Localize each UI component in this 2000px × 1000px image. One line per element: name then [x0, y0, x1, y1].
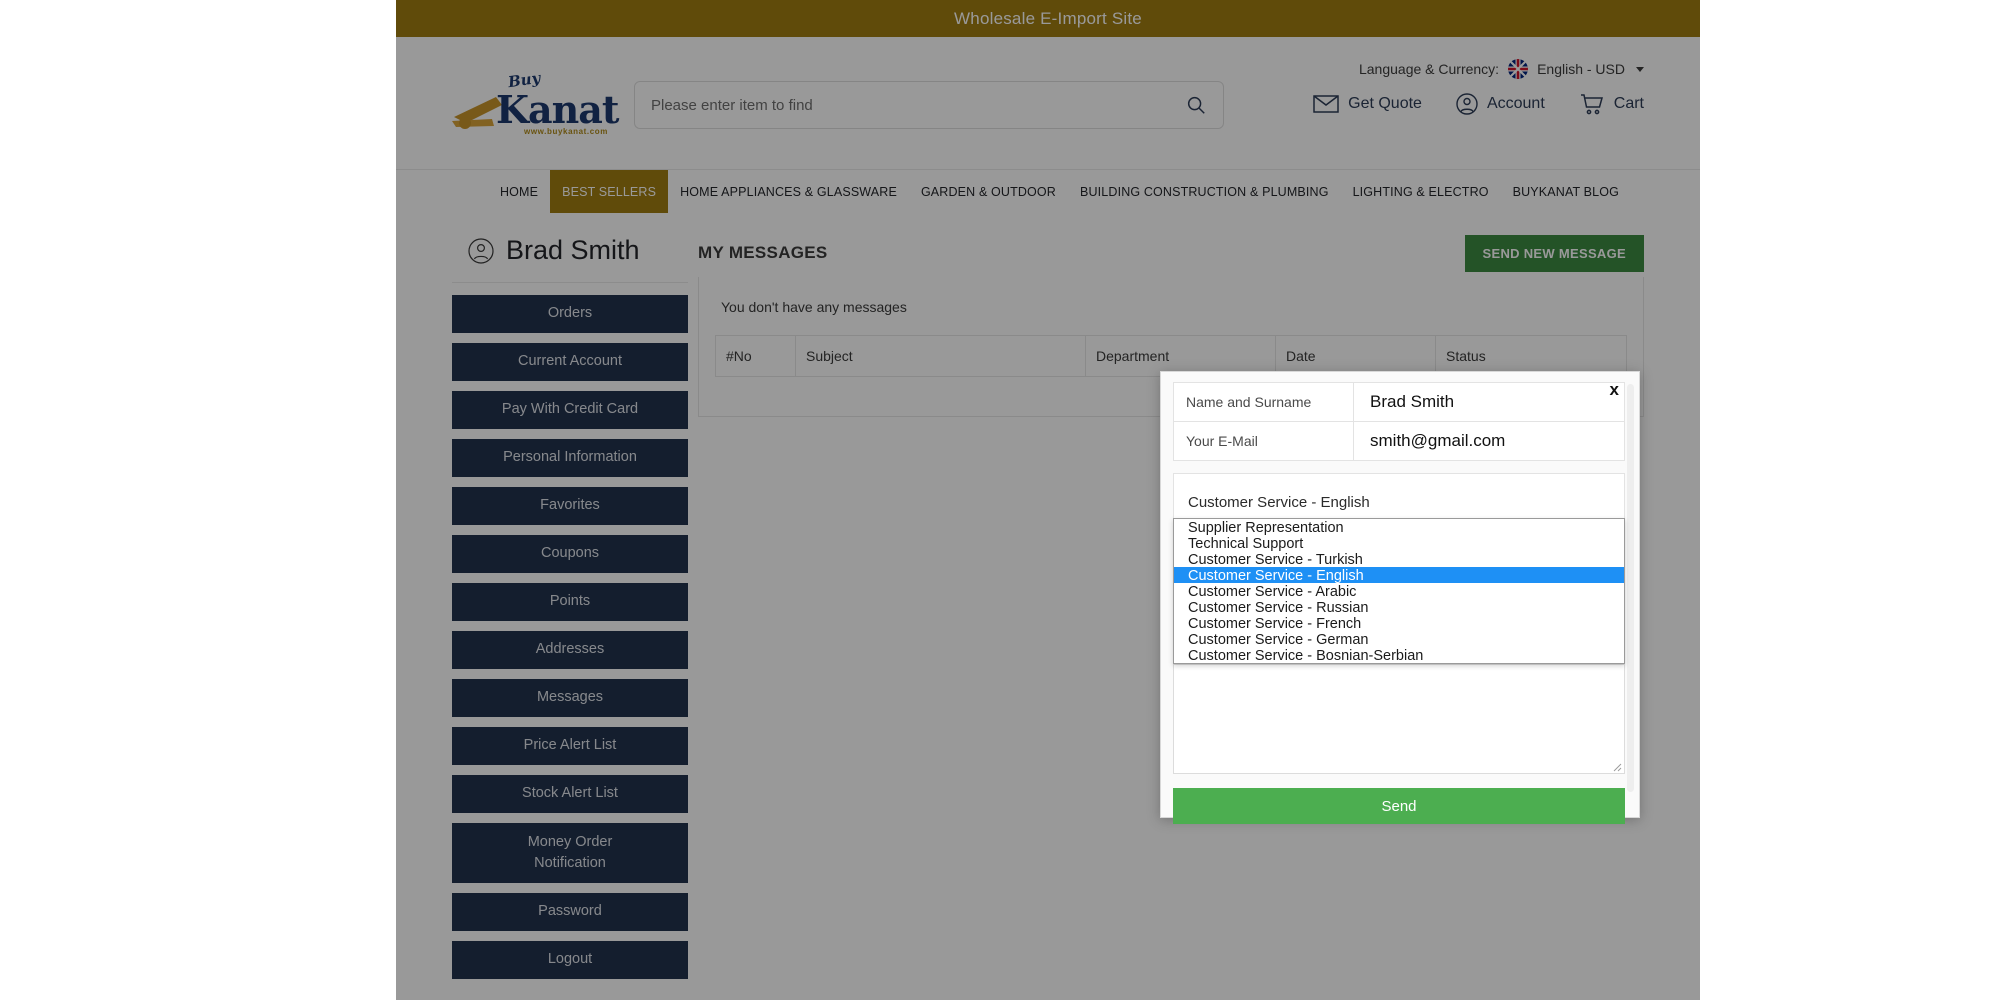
announcement-text: Wholesale E-Import Site — [954, 8, 1142, 28]
sidebar-item-messages[interactable]: Messages — [452, 679, 688, 717]
language-value: English - USD — [1537, 61, 1625, 77]
col-subject: Subject — [795, 335, 1086, 377]
header-right: Language & Currency: English - USD Get Q… — [1313, 51, 1644, 115]
sidebar-item-current-account[interactable]: Current Account — [452, 343, 688, 381]
message-textarea[interactable] — [1173, 664, 1625, 774]
user-circle-icon — [1456, 93, 1478, 115]
sidebar-item-addresses[interactable]: Addresses — [452, 631, 688, 669]
option-technical-support[interactable]: Technical Support — [1174, 535, 1624, 552]
nav-item-buykanat-blog[interactable]: BUYKANAT BLOG — [1501, 170, 1631, 213]
header-links: Get Quote Account Cart — [1313, 93, 1644, 115]
email-row: Your E-Mail smith@gmail.com — [1173, 421, 1625, 461]
sidebar-item-favorites[interactable]: Favorites — [452, 487, 688, 525]
get-quote-link[interactable]: Get Quote — [1313, 95, 1422, 113]
sidebar-item-money-order-notification[interactable]: Money Order Notification — [452, 823, 688, 883]
email-label: Your E-Mail — [1173, 421, 1354, 461]
option-customer-service-arabic[interactable]: Customer Service - Arabic — [1174, 583, 1624, 600]
department-selected-value: Customer Service - English — [1188, 494, 1370, 511]
option-supplier-representation[interactable]: Supplier Representation — [1174, 519, 1624, 536]
modal-scrollbar[interactable] — [1627, 384, 1634, 792]
announcement-bar: Wholesale E-Import Site — [396, 0, 1700, 37]
money-order-line-1: Money Order — [527, 833, 613, 850]
nav-item-best-sellers[interactable]: BEST SELLERS — [550, 170, 669, 213]
account-label: Account — [1486, 95, 1545, 112]
col-no: #No — [715, 335, 796, 377]
account-sidebar: Brad Smith Orders Current Account Pay Wi… — [452, 213, 688, 989]
search-input[interactable] — [651, 96, 1185, 114]
option-customer-service-german[interactable]: Customer Service - German — [1174, 631, 1624, 648]
resize-handle-icon[interactable] — [1611, 761, 1622, 772]
nav-item-lighting-electro[interactable]: LIGHTING & ELECTRO — [1341, 170, 1501, 213]
send-new-message-button[interactable]: SEND NEW MESSAGE — [1464, 234, 1644, 272]
nav-item-building-construction[interactable]: BUILDING CONSTRUCTION & PLUMBING — [1068, 170, 1341, 213]
sidebar-item-points[interactable]: Points — [452, 583, 688, 621]
avatar-icon — [468, 237, 494, 264]
empty-state-text: You don't have any messages — [721, 299, 907, 315]
name-row: Name and Surname Brad Smith — [1173, 382, 1625, 422]
name-value: Brad Smith — [1353, 382, 1625, 422]
sidebar-item-logout[interactable]: Logout — [452, 941, 688, 979]
department-option-list[interactable]: Supplier Representation Technical Suppor… — [1173, 518, 1625, 664]
main-header: MY MESSAGES SEND NEW MESSAGE — [698, 229, 1644, 277]
option-customer-service-bosnian-serbian[interactable]: Customer Service - Bosnian-Serbian — [1174, 647, 1624, 664]
send-message-modal: x Name and Surname Brad Smith Your E-Mai… — [1160, 371, 1640, 824]
close-icon[interactable]: x — [1610, 380, 1619, 400]
logo-url: www.buykanat.com — [524, 127, 608, 136]
email-value: smith@gmail.com — [1353, 421, 1625, 461]
contact-form-table: Name and Surname Brad Smith Your E-Mail … — [1173, 382, 1625, 461]
name-label: Name and Surname — [1173, 382, 1354, 422]
account-link[interactable]: Account — [1456, 93, 1545, 115]
get-quote-label: Get Quote — [1348, 95, 1422, 112]
option-customer-service-russian[interactable]: Customer Service - Russian — [1174, 599, 1624, 616]
logo-word: Kanat — [496, 87, 619, 132]
send-button[interactable]: Send — [1173, 788, 1625, 824]
option-customer-service-turkish[interactable]: Customer Service - Turkish — [1174, 551, 1624, 568]
cart-icon — [1580, 94, 1603, 115]
sidebar-item-stock-alert-list[interactable]: Stock Alert List — [452, 775, 688, 813]
sidebar-item-personal-information[interactable]: Personal Information — [452, 439, 688, 477]
sidebar-item-price-alert-list[interactable]: Price Alert List — [452, 727, 688, 765]
nav-item-home-appliances[interactable]: HOME APPLIANCES & GLASSWARE — [668, 170, 909, 213]
page-title: MY MESSAGES — [698, 243, 828, 262]
option-customer-service-english[interactable]: Customer Service - English — [1174, 567, 1624, 584]
cart-link[interactable]: Cart — [1579, 93, 1644, 115]
search-bar[interactable] — [634, 81, 1224, 129]
sidebar-item-password[interactable]: Password — [452, 893, 688, 931]
main-navigation: HOME BEST SELLERS HOME APPLIANCES & GLAS… — [396, 169, 1700, 213]
chevron-down-icon[interactable] — [1636, 66, 1644, 72]
language-currency-selector[interactable]: Language & Currency: English - USD — [1359, 59, 1644, 79]
nav-item-garden-outdoor[interactable]: GARDEN & OUTDOOR — [909, 170, 1068, 213]
page-root: Wholesale E-Import Site Buy Kanat www.bu… — [396, 0, 1700, 1000]
user-name: Brad Smith — [506, 235, 640, 265]
envelope-icon — [1313, 95, 1339, 113]
cart-label: Cart — [1613, 95, 1644, 112]
money-order-line-2: Notification — [534, 855, 606, 871]
nav-item-home[interactable]: HOME — [488, 170, 550, 213]
language-label: Language & Currency: — [1358, 61, 1500, 77]
sidebar-item-coupons[interactable]: Coupons — [452, 535, 688, 573]
sidebar-user: Brad Smith — [452, 229, 688, 283]
sidebar-item-pay-with-credit-card[interactable]: Pay With Credit Card — [452, 391, 688, 429]
option-customer-service-french[interactable]: Customer Service - French — [1174, 615, 1624, 632]
sidebar-item-orders[interactable]: Orders — [452, 295, 688, 333]
site-header: Buy Kanat www.buykanat.com Language & Cu… — [396, 37, 1700, 169]
site-logo[interactable]: Buy Kanat www.buykanat.com — [452, 69, 619, 136]
uk-flag-icon — [1508, 59, 1529, 79]
department-select[interactable]: Customer Service - English — [1173, 473, 1625, 519]
search-icon[interactable] — [1185, 94, 1207, 116]
